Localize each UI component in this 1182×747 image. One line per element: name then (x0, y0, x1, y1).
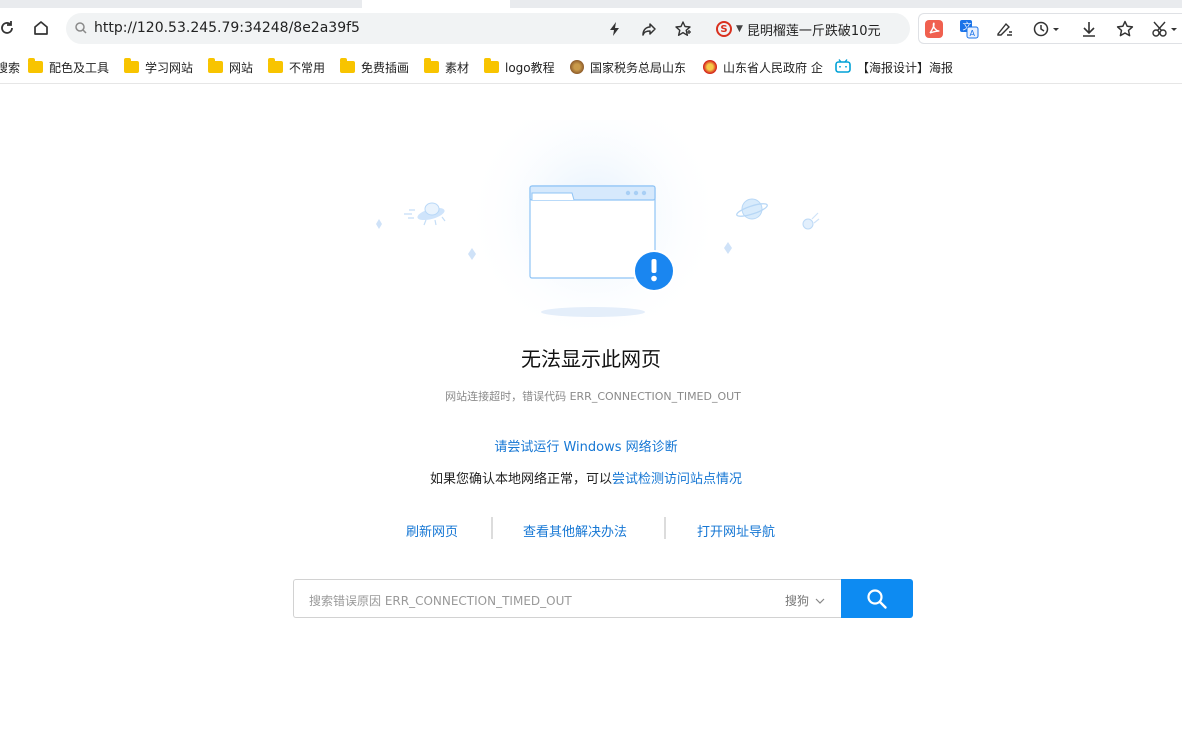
open-nav-link-wrap: 打开网址导航 (697, 521, 775, 540)
bookmark-folder[interactable]: 学习网站 (124, 58, 193, 76)
error-search: 搜索错误原因 ERR_CONNECTION_TIMED_OUT 搜狗 (293, 579, 913, 618)
bookmark-label: 素材 (445, 60, 470, 75)
divider (664, 517, 666, 539)
tab-strip (0, 0, 1182, 8)
folder-icon (28, 58, 43, 73)
confirm-text: 如果您确认本地网络正常，可以 (429, 472, 612, 487)
search-engine-label: 搜狗 (785, 594, 810, 608)
bookmark-folder[interactable]: 配色及工具 (28, 58, 109, 76)
bookmark-label: logo教程 (505, 60, 555, 75)
search-input[interactable]: 搜索错误原因 ERR_CONNECTION_TIMED_OUT 搜狗 (293, 579, 842, 618)
search-engine-select[interactable]: 搜狗 (785, 592, 825, 609)
home-icon[interactable] (28, 15, 54, 41)
bookmark-folder[interactable]: logo教程 (484, 58, 555, 76)
download-icon[interactable] (1077, 17, 1101, 41)
address-bar[interactable]: http://120.53.245.79:34248/8e2a39f5 S ▼ … (66, 13, 910, 44)
bilibili-icon (835, 58, 851, 76)
bookmark-label: 山东省人民政府 企 (723, 60, 823, 75)
sogou-logo-icon: S (716, 21, 732, 37)
bookmark-label: 网站 (229, 60, 254, 75)
share-icon[interactable] (636, 16, 662, 42)
history-icon[interactable] (1029, 17, 1063, 41)
sparkle-icon (724, 242, 732, 254)
folder-icon (340, 58, 355, 73)
bookmark-label: 配色及工具 (49, 60, 110, 75)
window-shadow (541, 307, 645, 317)
alert-icon (633, 250, 675, 292)
pdf-extension-icon[interactable] (922, 17, 946, 41)
reading-mode-icon[interactable] (993, 17, 1017, 41)
svg-text:A: A (970, 29, 976, 38)
extensions-bar: 文A (918, 13, 1182, 44)
error-illustration (376, 120, 820, 330)
folder-icon (208, 58, 223, 73)
error-subtitle: 网站连接超时，错误代码 ERR_CONNECTION_TIMED_OUT (445, 390, 741, 403)
site-check-link[interactable]: 尝试检测访问站点情况 (612, 472, 742, 487)
gov-emblem-icon (703, 60, 717, 74)
refresh-link[interactable]: 刷新网页 (406, 525, 458, 540)
other-solutions-link-wrap: 查看其他解决办法 (523, 521, 627, 540)
lightning-icon[interactable] (602, 16, 628, 42)
diagnose-link-row: 请尝试运行 Windows 网络诊断 (0, 436, 1172, 455)
folder-icon (268, 58, 283, 73)
browser-toolbar: http://120.53.245.79:34248/8e2a39f5 S ▼ … (0, 8, 1182, 48)
bookmark-label: 【海报设计】海报 (857, 60, 953, 75)
bookmark-folder[interactable]: 免费插画 (340, 58, 409, 76)
news-headline[interactable]: 昆明榴莲一斤跌破10元 (747, 20, 881, 39)
bookmark-label: 学习网站 (145, 60, 194, 75)
folder-icon (124, 58, 139, 73)
open-nav-link[interactable]: 打开网址导航 (697, 525, 775, 540)
search-placeholder: 搜索错误原因 ERR_CONNECTION_TIMED_OUT (309, 594, 572, 608)
comet-icon (802, 212, 820, 230)
bookmark-item[interactable]: 国家税务总局山东 (570, 58, 688, 76)
search-icon (74, 20, 88, 39)
bookmarks-bar: 搜索 配色及工具 学习网站 网站 不常用 免费插画 素材 logo教程 国家税务… (0, 48, 1182, 84)
confirm-row: 如果您确认本地网络正常，可以尝试检测访问站点情况 (0, 468, 1172, 487)
bookmark-folder[interactable]: 网站 (208, 58, 253, 76)
network-diagnose-link[interactable]: 请尝试运行 Windows 网络诊断 (494, 440, 677, 455)
scissors-icon[interactable] (1149, 17, 1182, 41)
active-tab[interactable] (362, 0, 510, 8)
chevron-down-icon (815, 598, 825, 604)
bookmark-label: 免费插画 (361, 60, 410, 75)
chevron-down-icon: ▼ (736, 24, 743, 34)
bookmark-folder[interactable]: 素材 (424, 58, 469, 76)
page-title: 无法显示此网页 (521, 347, 661, 371)
news-ticker[interactable]: S ▼ 昆明榴莲一斤跌破10元 (716, 19, 880, 39)
bookmark-add-icon[interactable] (670, 16, 696, 42)
folder-icon (424, 58, 439, 73)
bookmark-folder[interactable]: 不常用 (268, 58, 325, 76)
bookmark-label: 不常用 (289, 60, 326, 75)
reload-icon[interactable] (0, 15, 20, 41)
translate-extension-icon[interactable]: 文A (957, 17, 981, 41)
favorites-icon[interactable] (1113, 17, 1137, 41)
search-button[interactable] (841, 579, 913, 618)
divider (491, 517, 493, 539)
bookmark-label: 搜索 (0, 60, 21, 75)
other-solutions-link[interactable]: 查看其他解决办法 (523, 525, 627, 540)
refresh-link-wrap: 刷新网页 (406, 521, 458, 540)
url-text[interactable]: http://120.53.245.79:34248/8e2a39f5 (94, 20, 360, 36)
ufo-icon (404, 202, 446, 226)
bookmark-item[interactable]: 搜索 (0, 58, 20, 76)
sparkle-icon (376, 219, 382, 229)
planet-icon (736, 198, 768, 220)
tax-emblem-icon (570, 60, 584, 74)
folder-icon (484, 58, 499, 73)
bookmark-label: 国家税务总局山东 (590, 60, 687, 75)
search-icon (867, 588, 887, 609)
bookmark-item[interactable]: 山东省人民政府 企 (703, 58, 823, 76)
bookmark-item[interactable]: 【海报设计】海报 (835, 58, 953, 76)
